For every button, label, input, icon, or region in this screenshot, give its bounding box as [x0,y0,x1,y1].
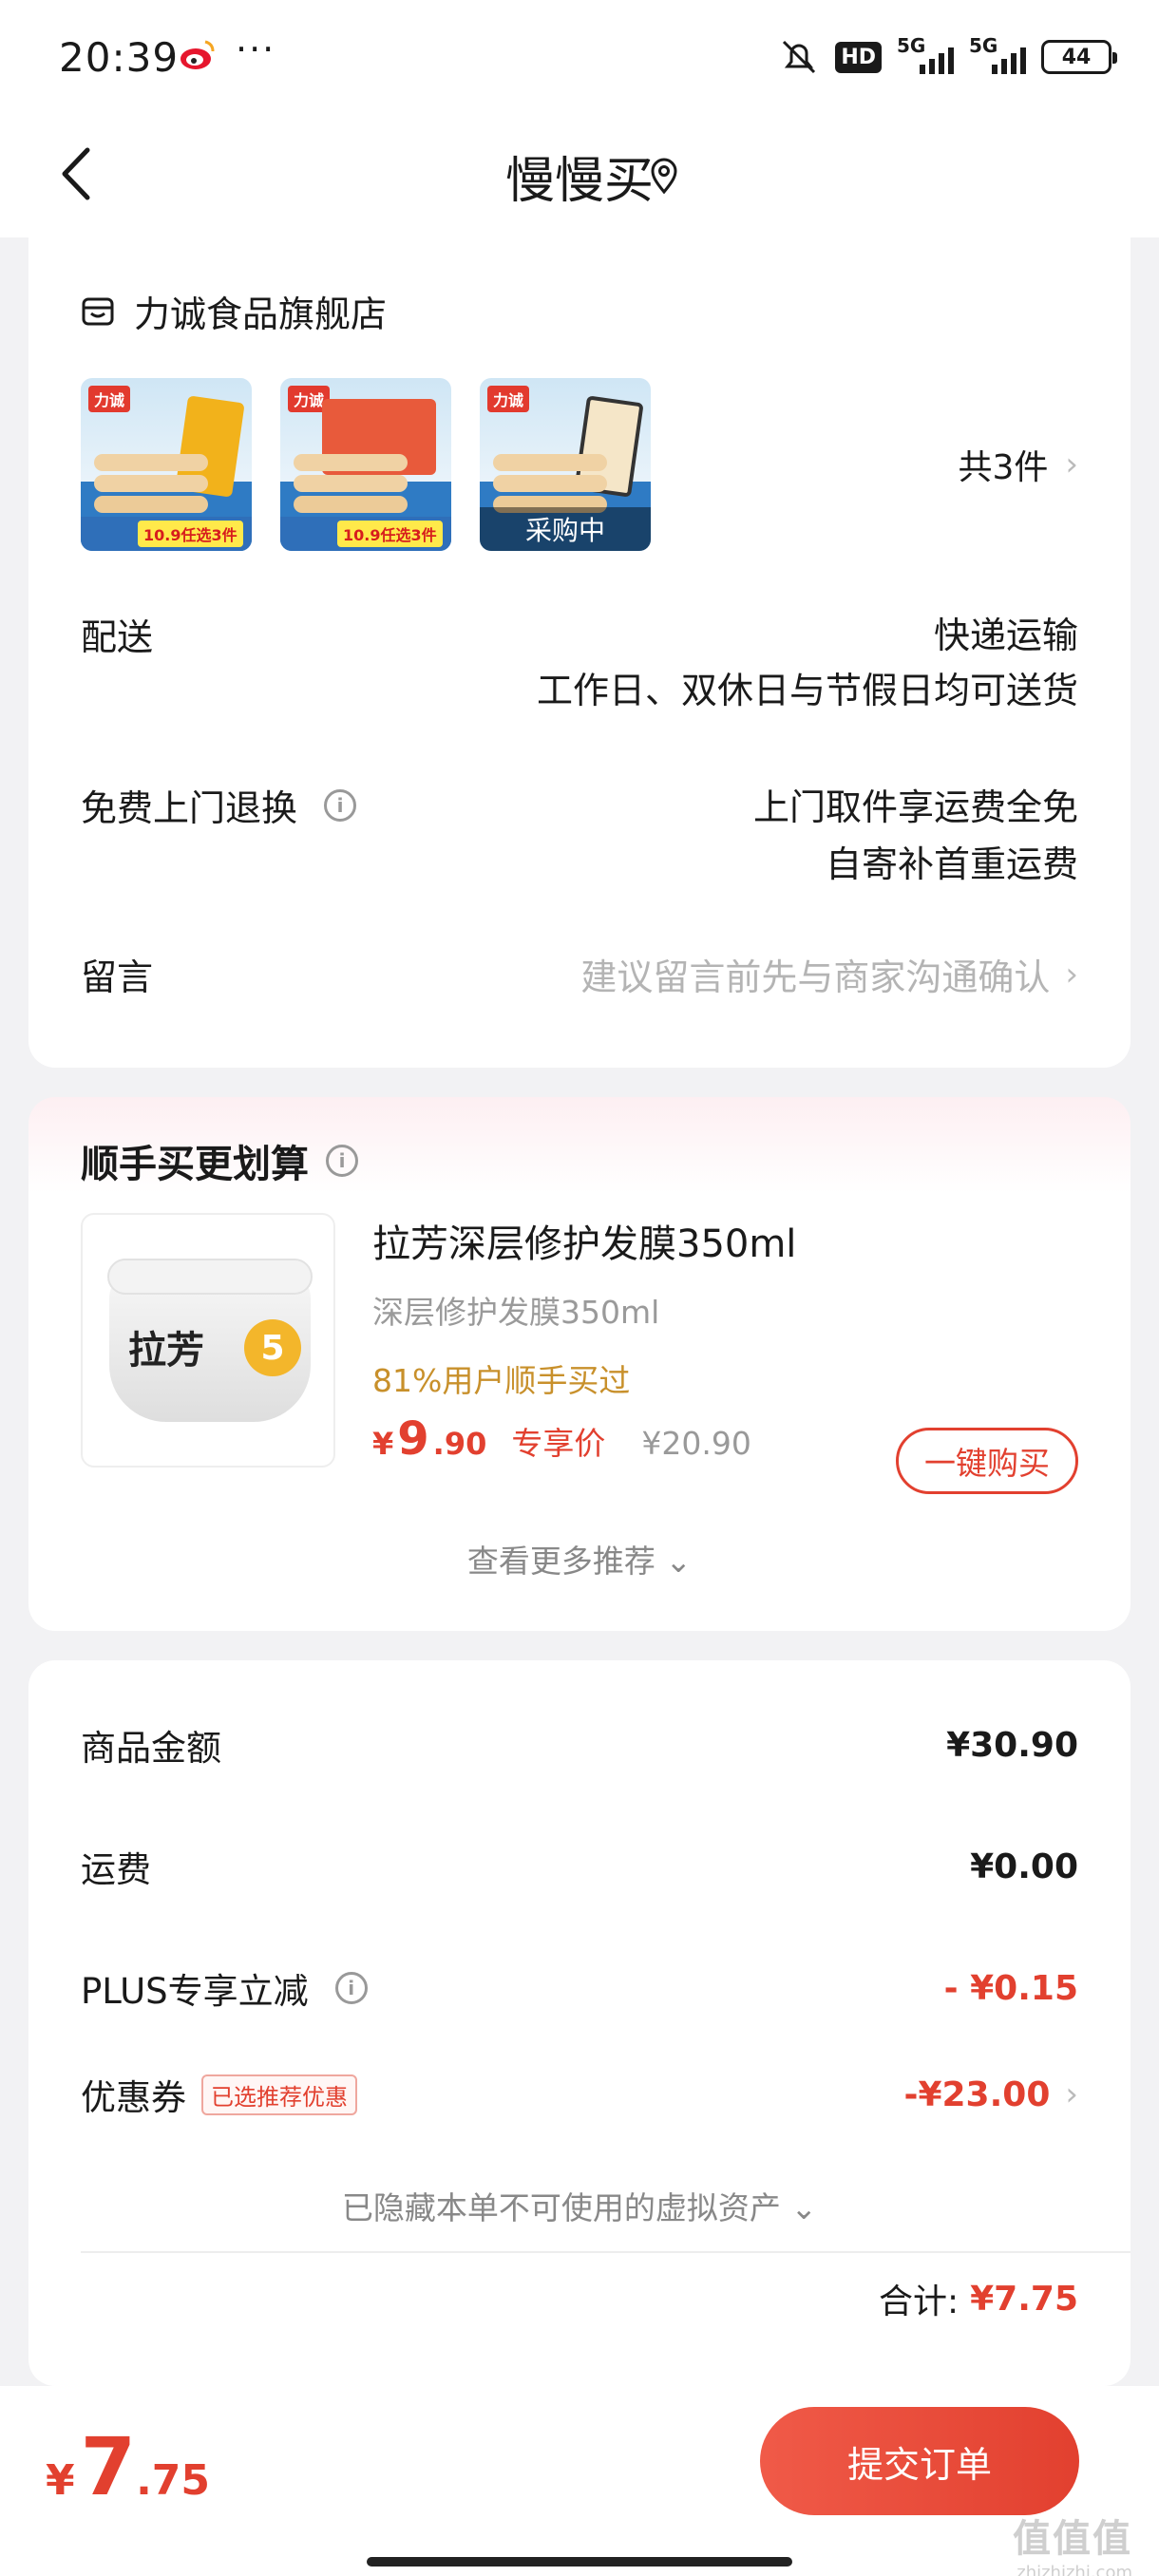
free-return-label: 免费上门退换 [81,787,298,829]
coupon-row[interactable]: 优惠券 已选推荐优惠 -¥23.00 › [81,2069,1078,2120]
goods-amount: ¥30.90 [946,1725,1078,1765]
product-spec: 深层修护发膜350ml [372,1294,660,1331]
page-header: 慢慢买 [0,114,1159,237]
shipping-label: 运费 [81,1849,151,1890]
delivery-schedule: 工作日、双休日与节假日均可送货 [536,670,1078,711]
home-indicator[interactable] [367,2557,792,2567]
product-thumb[interactable]: 力诚 采购中 [480,378,651,551]
shipping-amount: ¥0.00 [970,1847,1078,1886]
signal-icon-2: 5G [969,34,1026,76]
delivery-label: 配送 [81,616,154,658]
return-self-send-text: 自寄补首重运费 [825,843,1078,885]
order-confirm-page: 20:39 ··· HD 5G 5G 44 慢慢买 力诚食品旗舰店 力诚 10.… [0,0,1159,2576]
message-label: 留言 [81,957,154,998]
status-more-dots: ··· [236,28,276,70]
subtotal: 合计: ¥7.75 [879,2274,1078,2323]
brand-logo: 力诚 [487,386,530,412]
bought-rate: 81%用户顺手买过 [372,1362,631,1399]
weibo-icon [180,40,215,69]
recommend-title: 顺手买更划算 i [81,1133,358,1188]
chevron-right-icon: › [1065,445,1078,483]
divider [81,2251,1130,2253]
promo-tag: 10.9任选3件 [138,521,243,547]
goods-amount-row: 商品金额 ¥30.90 [81,1719,1078,1771]
chevron-down-icon: ⌄ [665,1543,693,1580]
free-return-row: 免费上门退换 i 上门取件享运费全免 自寄补首重运费 [81,779,1078,893]
subtotal-label: 合计: [878,2282,960,2321]
submit-order-button[interactable]: 提交订单 [760,2407,1079,2515]
shipping-row: 运费 ¥0.00 [81,1841,1078,1892]
brand-logo: 力诚 [88,386,131,412]
product-price: ¥ 9 .90 专享价 ¥20.90 [372,1412,751,1466]
hidden-assets-link[interactable]: 已隐藏本单不可使用的虚拟资产 ⌄ [28,2183,1130,2228]
purchasing-overlay: 采购中 [480,507,651,551]
delivery-row: 配送 快递运输 工作日、双休日与节假日均可送货 [81,608,1078,718]
exclusive-price-tag: 专享价 [511,1425,606,1462]
price-summary-card: 商品金额 ¥30.90 运费 ¥0.00 PLUS专享立减 i - ¥0.15 … [28,1660,1130,2386]
chevron-down-icon: ⌄ [790,2189,818,2226]
promo-tag: 10.9任选3件 [337,521,443,547]
signal-icon: 5G [897,34,954,76]
status-time: 20:39 [59,34,180,81]
info-icon[interactable]: i [334,1972,368,2004]
product-thumb[interactable]: 力诚 10.9任选3件 [81,378,252,551]
plus-discount-label: PLUS专享立减 [81,1971,309,2012]
store-order-card: 力诚食品旗舰店 力诚 10.9任选3件 力诚 10.9任选3件 力诚 采购中 共… [28,237,1130,1068]
store-name: 力诚食品旗舰店 [134,294,388,335]
coupon-label: 优惠券 [81,2077,186,2118]
store-header[interactable]: 力诚食品旗舰店 [81,285,387,337]
chevron-right-icon: › [1065,2075,1078,2113]
more-recommend-link[interactable]: 查看更多推荐 ⌄ [28,1536,1130,1582]
total-price: ¥ 7 .75 [46,2420,211,2513]
status-bar: 20:39 ··· HD 5G 5G 44 [0,0,1159,114]
chevron-right-icon: › [1065,955,1078,994]
one-click-buy-button[interactable]: 一键购买 [896,1428,1078,1494]
plus-discount-amount: - ¥0.15 [943,1968,1078,2008]
product-badge: 5 [244,1319,301,1376]
message-input[interactable]: 建议留言前先与商家沟通确认 [580,948,1050,1000]
mute-bell-icon [783,40,816,74]
info-icon[interactable]: i [326,1145,358,1177]
coupon-amount: -¥23.00 [903,2074,1051,2114]
location-pin-icon [651,158,677,195]
message-row[interactable]: 留言 建议留言前先与商家沟通确认 › [81,948,1078,1000]
coupon-badge: 已选推荐优惠 [201,2074,357,2115]
plus-discount-row: PLUS专享立减 i - ¥0.15 [81,1962,1078,2014]
item-count-link[interactable]: 共3件 › [958,440,1078,489]
product-thumb[interactable]: 力诚 10.9任选3件 [280,378,451,551]
store-icon [82,297,114,325]
checkout-bar: ¥ 7 .75 提交订单 值值值 zhizhizhi.com [0,2386,1159,2576]
info-icon[interactable]: i [324,788,357,822]
addon-recommend-card: 顺手买更划算 i 拉芳 5 拉芳深层修护发膜350ml 深层修护发膜350ml … [28,1097,1130,1631]
product-thumbnails[interactable]: 力诚 10.9任选3件 力诚 10.9任选3件 力诚 采购中 [81,378,651,551]
product-name[interactable]: 拉芳深层修护发膜350ml [372,1213,796,1268]
hd-icon: HD [835,41,882,73]
status-icons: HD 5G 5G 44 [778,34,1117,78]
page-title: 慢慢买 [504,153,654,210]
return-pickup-text: 上门取件享运费全免 [752,786,1078,828]
original-price: ¥20.90 [641,1425,751,1462]
battery-icon: 44 [1041,40,1117,74]
watermark: 值值值 zhizhizhi.com [1013,2517,1132,2576]
subtotal-amount: ¥7.75 [970,2279,1078,2319]
product-logo: 拉芳 [128,1329,204,1373]
goods-amount-label: 商品金额 [81,1728,221,1769]
product-image[interactable]: 拉芳 5 [81,1213,335,1468]
delivery-method: 快递运输 [933,615,1078,656]
